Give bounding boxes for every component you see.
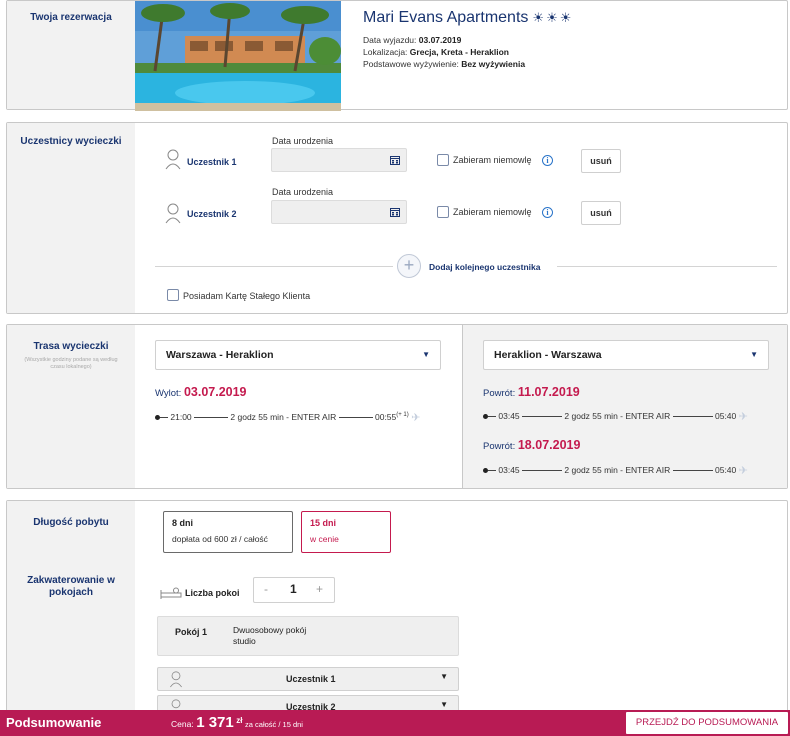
info-icon[interactable]: i — [542, 207, 553, 218]
sun-icon: ☀ — [532, 10, 547, 25]
hotel-photo — [135, 1, 341, 111]
price-value: 1 371 — [196, 714, 234, 731]
minus-button[interactable]: - — [264, 582, 268, 596]
info-icon[interactable]: i — [542, 155, 553, 166]
calendar-icon[interactable] — [390, 207, 400, 217]
room-assign-select-1[interactable]: Uczestnik 1 ▼ — [157, 667, 459, 691]
birthdate-label: Data urodzenia — [272, 187, 334, 197]
stay-option-15-days[interactable]: 15 dni w cenie — [301, 511, 391, 553]
infant-checkbox-2[interactable] — [437, 206, 449, 218]
outbound-date: Wylot: 03.07.2019 — [155, 385, 247, 399]
return-date-2: Powrót: 18.07.2019 — [483, 438, 581, 452]
birthdate-label: Data urodzenia — [272, 136, 334, 146]
participant-1-label: Uczestnik 1 — [187, 157, 237, 167]
reservation-sidebar: Twoja rezerwacja — [7, 1, 135, 109]
inbound-route-select[interactable]: Heraklion - Warszawa ▼ — [483, 340, 769, 370]
route-note: (Wszystkie godziny podane są według czas… — [24, 357, 118, 370]
route-section: Trasa wycieczki (Wszystkie godziny podan… — [6, 324, 788, 489]
route-title: Trasa wycieczki — [33, 341, 109, 352]
loyalty-card-label: Posiadam Kartę Stałego Klienta — [183, 291, 311, 301]
infant-checkbox-1[interactable] — [437, 154, 449, 166]
plane-icon: ✈ — [738, 411, 748, 423]
remove-participant-2-button[interactable]: usuń — [581, 201, 621, 225]
calendar-icon[interactable] — [390, 155, 400, 165]
room-label: Pokój 1 — [175, 627, 208, 637]
reservation-title: Twoja rezerwacja — [30, 12, 112, 23]
chevron-down-icon: ▼ — [422, 350, 430, 359]
summary-title: Podsumowanie — [6, 715, 102, 730]
star-rating: ☀☀☀ — [532, 10, 573, 25]
hotel-info: Data wyjazdu: 03.07.2019 Lokalizacja: Gr… — [363, 35, 526, 69]
add-participant-label[interactable]: Dodaj kolejnego uczestnika — [429, 262, 540, 272]
route-sidebar: Trasa wycieczki (Wszystkie godziny podan… — [7, 325, 135, 488]
birthdate-input-2[interactable] — [271, 200, 407, 224]
divider — [155, 266, 393, 267]
outbound-route-select[interactable]: Warszawa - Heraklion ▼ — [155, 340, 441, 370]
remove-participant-1-button[interactable]: usuń — [581, 149, 621, 173]
divider — [557, 266, 777, 267]
sun-icon: ☀ — [559, 10, 574, 25]
rooms-count-label: Liczba pokoi — [185, 588, 240, 598]
rooms-stepper[interactable]: - 1 + — [253, 577, 335, 603]
sun-icon: ☀ — [546, 10, 560, 25]
inbound-panel: Heraklion - Warszawa ▼ Powrót: 11.07.2019… — [462, 325, 787, 488]
participants-section: Uczestnicy wycieczki Uczestnik 1 Data ur… — [6, 122, 788, 314]
participants-title: Uczestnicy wycieczki — [20, 136, 122, 147]
stay-length-title: Długość pobytu — [33, 517, 109, 528]
participant-2-label: Uczestnik 2 — [187, 209, 237, 219]
chevron-down-icon: ▼ — [750, 350, 758, 359]
loyalty-card-checkbox[interactable] — [167, 289, 179, 301]
room-card: Pokój 1 Dwuosobowy pokój studio — [157, 616, 459, 656]
price-block: Cena: 1 371 zł za całość / 15 dni — [171, 714, 303, 731]
go-to-summary-button[interactable]: PRZEJDŹ DO PODSUMOWANIA — [626, 712, 788, 734]
rooms-title: Zakwaterowanie w pokojach — [27, 575, 115, 598]
stay-option-8-days[interactable]: 8 dni dopłata od 600 zł / całość — [163, 511, 293, 553]
chevron-down-icon: ▼ — [440, 700, 448, 709]
stay-sidebar: Długość pobytu Zakwaterowanie w pokojach — [7, 501, 135, 736]
person-icon — [165, 203, 181, 224]
person-icon — [170, 671, 182, 688]
return-flight-line-1: 03:45 2 godz 55 min - ENTER AIR 05:40 ✈ — [483, 410, 748, 423]
summary-bar: Podsumowanie Cena: 1 371 zł za całość / … — [0, 710, 790, 736]
room-type: Dwuosobowy pokój studio — [233, 625, 307, 646]
return-flight-line-2: 03:45 2 godz 55 min - ENTER AIR 05:40 ✈ — [483, 464, 748, 477]
person-icon — [165, 149, 181, 170]
birthdate-input-1[interactable] — [271, 148, 407, 172]
stay-section: Długość pobytu Zakwaterowanie w pokojach… — [6, 500, 788, 736]
participants-sidebar: Uczestnicy wycieczki — [7, 123, 135, 313]
return-date-1: Powrót: 11.07.2019 — [483, 385, 580, 399]
reservation-section: Twoja rezerwacja Mari Evans Apartments ☀☀… — [6, 0, 788, 111]
infant-label-2: Zabieram niemowlę — [453, 207, 532, 217]
plane-icon: ✈ — [738, 465, 748, 477]
plane-icon: ✈ — [411, 412, 421, 424]
bed-icon — [160, 587, 182, 599]
chevron-down-icon: ▼ — [440, 672, 448, 681]
add-participant-button[interactable]: + — [397, 254, 421, 278]
infant-label-1: Zabieram niemowlę — [453, 155, 532, 165]
plus-button[interactable]: + — [316, 582, 323, 596]
outbound-flight-line: 21:00 2 godz 55 min - ENTER AIR 00:55(+ … — [155, 411, 421, 424]
rooms-count-value: 1 — [290, 582, 297, 596]
hotel-name: Mari Evans Apartments ☀☀☀ — [363, 9, 574, 26]
